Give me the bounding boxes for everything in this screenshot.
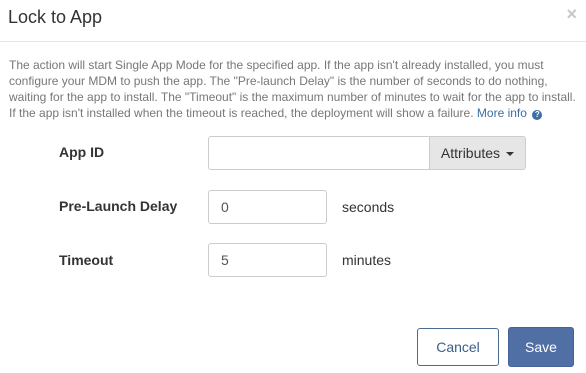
question-circle-icon: ? [532,110,543,120]
dialog-description: The action will start Single App Mode fo… [9,57,579,121]
timeout-input[interactable] [208,243,327,277]
pre-launch-delay-unit: seconds [342,199,395,215]
pre-launch-delay-input[interactable] [208,190,327,224]
timeout-label: Timeout [59,252,114,268]
attributes-button-label: Attributes [440,145,501,161]
more-info-link[interactable]: More info ? [476,106,543,120]
dialog-header: Lock to App × [0,0,586,42]
timeout-unit: minutes [342,252,392,268]
app-id-input[interactable] [208,136,430,170]
caret-down-icon [506,151,515,156]
close-icon[interactable]: × [566,4,577,24]
more-info-label: More info [476,106,527,120]
attributes-dropdown-button[interactable]: Attributes [429,136,526,170]
lock-to-app-dialog: Lock to App × The action will start Sing… [0,0,586,373]
dialog-title: Lock to App [8,7,103,27]
app-id-label: App ID [59,144,105,160]
pre-launch-delay-label: Pre-Launch Delay [59,198,178,214]
cancel-button[interactable]: Cancel [417,328,499,366]
save-button[interactable]: Save [508,327,574,367]
